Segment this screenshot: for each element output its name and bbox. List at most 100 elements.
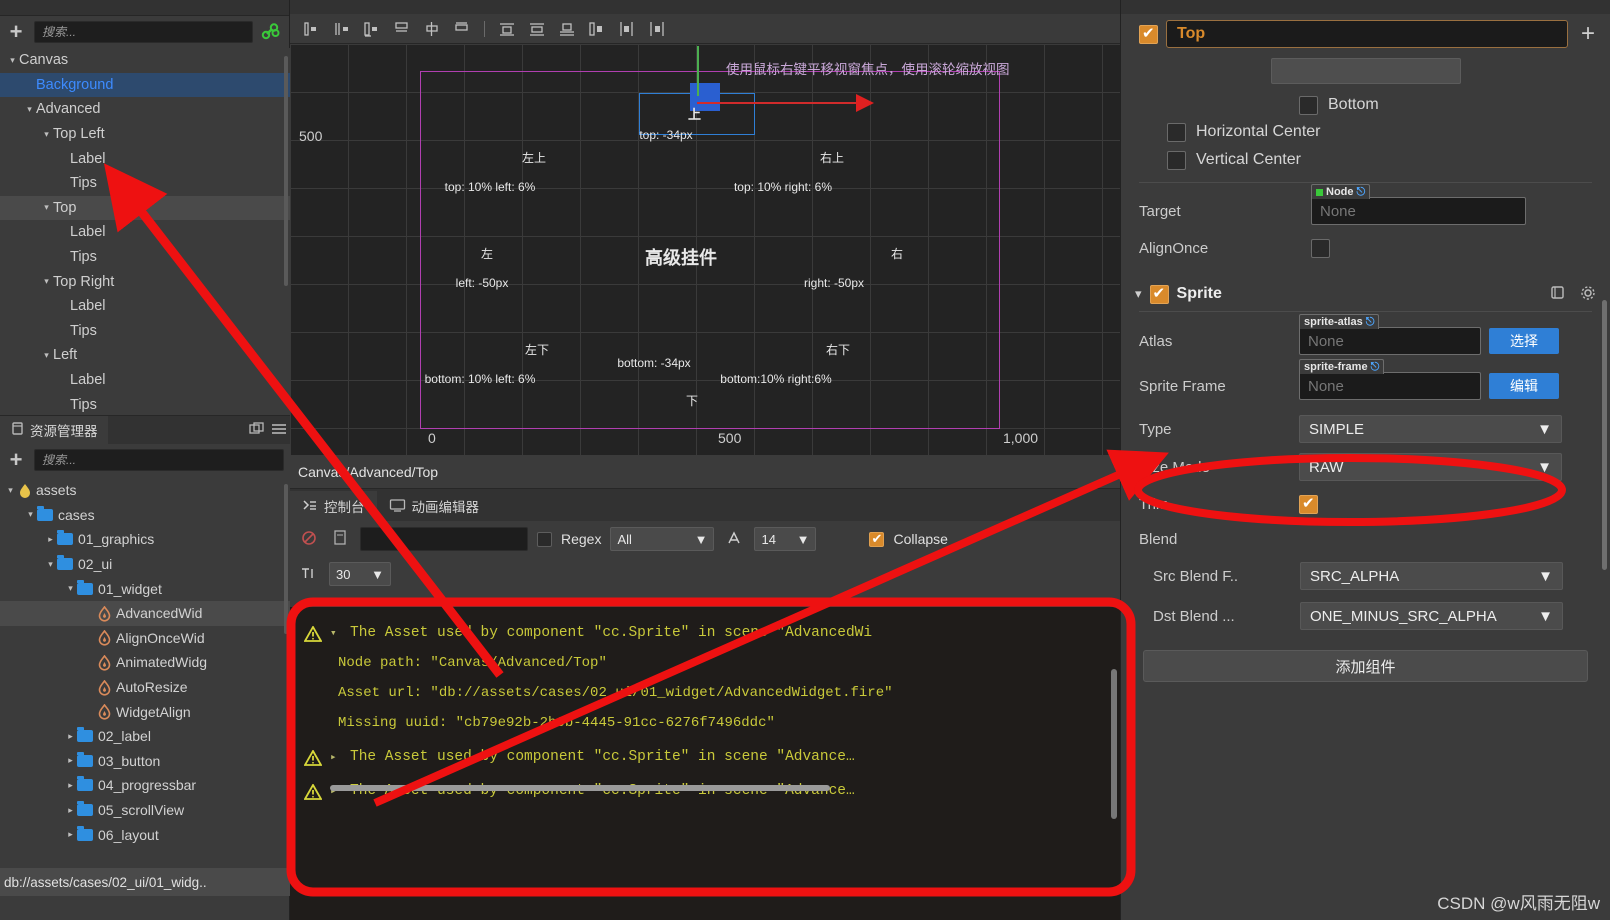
asset-item-advancedwid[interactable]: ▸AdvancedWid (0, 600, 290, 626)
asset-item-02-ui[interactable]: ▾ 02_ui (0, 552, 290, 577)
type-select[interactable]: SIMPLE ▼ (1299, 415, 1562, 443)
chevron-right-icon[interactable]: ▸ (64, 731, 77, 742)
clear-icon[interactable] (298, 530, 320, 549)
asset-item-animatedwidg[interactable]: ▸AnimatedWidg (0, 650, 290, 675)
external-link-icon[interactable]: ⎋ (1366, 316, 1375, 329)
distribute-horizontal-center-icon[interactable] (617, 19, 637, 39)
asset-item-05-scrollview[interactable]: ▸ 05_scrollView (0, 798, 290, 823)
sprite-frame-edit-button[interactable]: 编辑 (1489, 373, 1559, 399)
hierarchy-node-tips[interactable]: ▸Tips (0, 319, 290, 344)
hierarchy-node-top-left[interactable]: ▾ Top Left (0, 122, 290, 147)
chevron-down-icon[interactable]: ▾ (64, 583, 77, 594)
hierarchy-node-label[interactable]: ▸Label (0, 294, 290, 319)
link-icon[interactable] (261, 22, 283, 42)
sync-icon[interactable] (246, 421, 268, 439)
hierarchy-scrollbar[interactable] (284, 56, 288, 286)
bottom-checkbox[interactable] (1299, 95, 1318, 115)
log-level-select[interactable]: All ▼ (610, 527, 715, 551)
distribute-bottom-icon[interactable] (557, 19, 577, 39)
chevron-right-icon[interactable]: ▸ (64, 755, 77, 766)
align-horizontal-center-icon[interactable] (332, 19, 352, 39)
distribute-vertical-center-icon[interactable] (527, 19, 547, 39)
node-enabled-checkbox[interactable] (1139, 24, 1158, 44)
hierarchy-node-left[interactable]: ▾ Left (0, 343, 290, 368)
asset-item-01-graphics[interactable]: ▸ 01_graphics (0, 527, 290, 552)
asset-item-autoresize[interactable]: ▸AutoResize (0, 675, 290, 700)
chevron-down-icon[interactable]: ▾ (4, 485, 17, 496)
hierarchy-node-tips[interactable]: ▸Tips (0, 171, 290, 196)
asset-item-cases[interactable]: ▾ cases (0, 503, 290, 528)
console-log-entry[interactable]: ▸ The Asset used by component "cc.Sprite"… (290, 731, 1120, 766)
distribute-top-icon[interactable] (497, 19, 517, 39)
hierarchy-tree[interactable]: ▾Canvas▸Background▾Advanced▾Top Left▸Lab… (0, 48, 290, 424)
console-filter-input[interactable] (360, 527, 528, 551)
chevron-down-icon[interactable]: ▾ (24, 509, 37, 520)
chevron-down-icon[interactable]: ▾ (40, 202, 53, 213)
file-icon[interactable] (329, 529, 351, 549)
align-left-icon[interactable] (302, 19, 322, 39)
align-vertical-center-icon[interactable] (422, 19, 442, 39)
console-log-entry[interactable]: ▾ The Asset used by component "cc.Sprite"… (290, 607, 1120, 731)
console-log-entry-title-row[interactable]: ▾ The Asset used by component "cc.Sprite"… (303, 625, 1120, 642)
gizmo-x-axis[interactable] (697, 102, 862, 104)
align-right-icon[interactable] (362, 19, 382, 39)
align-bottom-icon[interactable] (452, 19, 472, 39)
hierarchy-node-label[interactable]: ▸Label (0, 220, 290, 245)
hierarchy-node-label[interactable]: ▸Label (0, 368, 290, 393)
external-link-icon[interactable]: ⎋ (1357, 186, 1366, 199)
line-count-select[interactable]: 30 ▼ (329, 562, 391, 586)
sprite-frame-field[interactable]: sprite-frame ⎋ None (1299, 359, 1481, 400)
horizontal-center-checkbox[interactable] (1167, 122, 1186, 142)
vertical-center-checkbox[interactable] (1167, 150, 1186, 170)
asset-item-widgetalign[interactable]: ▸WidgetAlign (0, 699, 290, 724)
hierarchy-node-tips[interactable]: ▸Tips (0, 392, 290, 417)
gizmo-y-axis[interactable] (697, 46, 699, 96)
node-name-field[interactable]: Top (1166, 20, 1568, 48)
atlas-field[interactable]: sprite-atlas ⎋ None (1299, 314, 1481, 355)
asset-item-02-label[interactable]: ▸ 02_label (0, 724, 290, 749)
tab-console[interactable]: 控制台 (290, 491, 377, 521)
atlas-select-button[interactable]: 选择 (1489, 328, 1559, 354)
hamburger-menu-icon[interactable] (268, 422, 290, 439)
hierarchy-node-background[interactable]: ▸Background (0, 72, 290, 98)
font-size-select[interactable]: 14 ▼ (754, 527, 817, 551)
hierarchy-node-tips[interactable]: ▸Tips (0, 245, 290, 270)
console-vertical-scrollbar[interactable] (1111, 669, 1117, 819)
gizmo-x-arrow[interactable] (856, 94, 874, 112)
asset-item-alignoncewid[interactable]: ▸AlignOnceWid (0, 626, 290, 651)
sprite-collapse-arrow[interactable]: ▾ (1135, 286, 1142, 302)
asset-item-assets[interactable]: ▾ assets (0, 478, 290, 503)
hierarchy-node-label[interactable]: ▸Label (0, 146, 290, 171)
chevron-down-icon[interactable]: ▾ (330, 626, 340, 640)
size-mode-select[interactable]: RAW ▼ (1299, 453, 1562, 481)
inspector-scrollbar[interactable] (1602, 300, 1607, 570)
chevron-down-icon[interactable]: ▾ (40, 129, 53, 140)
chevron-right-icon[interactable]: ▸ (64, 829, 77, 840)
font-size-icon[interactable] (723, 530, 745, 549)
hierarchy-node-top-right[interactable]: ▾ Top Right (0, 269, 290, 294)
help-icon[interactable] (1550, 285, 1566, 304)
regex-checkbox[interactable] (537, 531, 552, 547)
asset-item-01-widget[interactable]: ▾ 01_widget (0, 576, 290, 601)
gear-icon[interactable] (1580, 285, 1596, 304)
asset-item-04-progressbar[interactable]: ▸ 04_progressbar (0, 773, 290, 798)
align-once-checkbox[interactable] (1311, 238, 1330, 258)
align-top-icon[interactable] (392, 19, 412, 39)
hierarchy-node-advanced[interactable]: ▾ Advanced (0, 97, 290, 122)
scene-viewport[interactable]: 上 使用鼠标右键平移视窗焦点，使用滚轮缩放视图 高级挂件 top: -34px 左… (290, 44, 1120, 455)
hierarchy-node-canvas[interactable]: ▾ Canvas (0, 48, 290, 73)
add-node-lock-button[interactable]: + (1576, 20, 1600, 48)
chevron-down-icon[interactable]: ▾ (23, 104, 36, 115)
trim-checkbox[interactable] (1299, 494, 1318, 514)
chevron-down-icon[interactable]: ▾ (44, 559, 57, 570)
target-field[interactable]: Node ⎋ None (1311, 184, 1526, 225)
external-link-icon[interactable]: ⎋ (1371, 361, 1380, 374)
add-node-button[interactable]: + (6, 21, 26, 43)
hierarchy-node-top[interactable]: ▾ Top (0, 195, 290, 221)
asset-item-06-layout[interactable]: ▸ 06_layout (0, 822, 290, 847)
sprite-enabled-checkbox[interactable] (1149, 284, 1169, 304)
add-asset-button[interactable]: + (6, 449, 26, 471)
assets-search-input[interactable]: 搜索... (34, 449, 284, 471)
assets-scrollbar[interactable] (284, 484, 288, 634)
chevron-right-icon[interactable]: ▸ (44, 534, 57, 545)
